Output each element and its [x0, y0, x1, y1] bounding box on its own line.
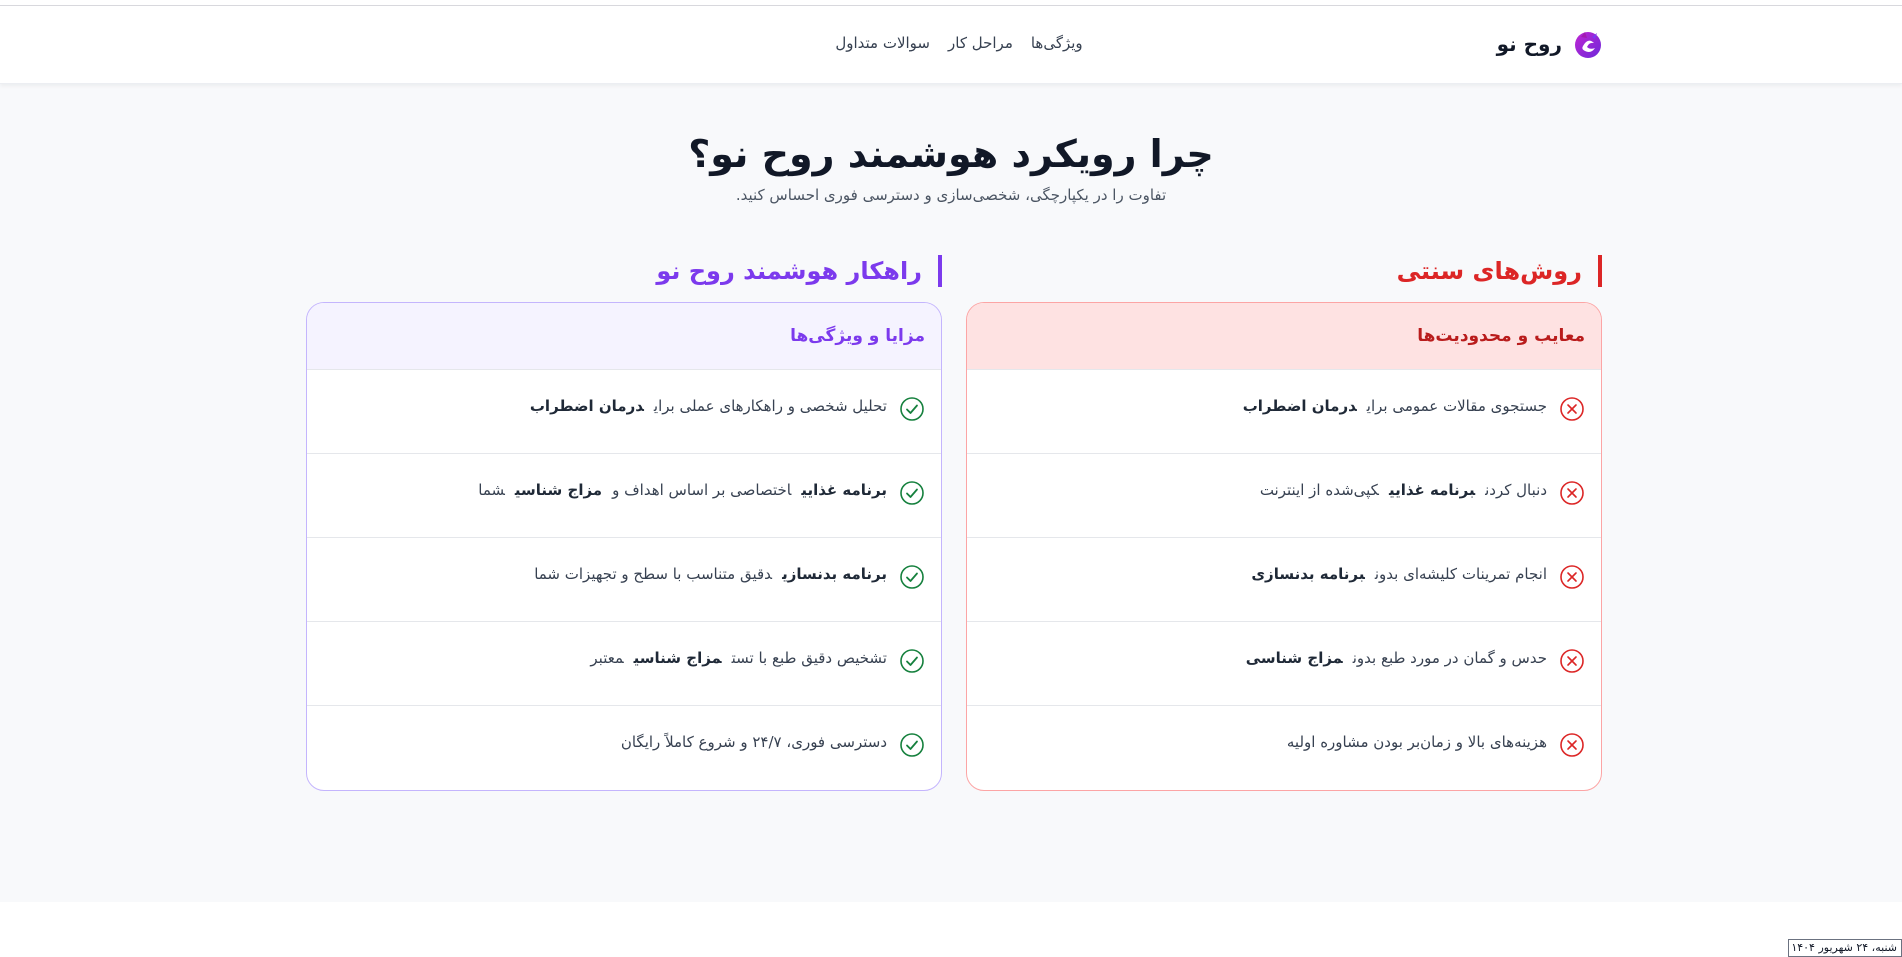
x-circle-icon [1560, 397, 1584, 421]
list-item: هزینه‌های بالا و زمان‌بر بودن مشاوره اول… [967, 706, 1601, 790]
smart-column: راهکار هوشمند روح نو مزایا و ویژگی‌ها تح… [306, 255, 942, 791]
list-item-text: تشخیص دقیق طبع با تستمزاج شناسیمعتبر [590, 649, 887, 667]
section-subtitle: تفاوت را در یکپارچگی، شخصی‌سازی و دسترسی… [735, 186, 1167, 204]
list-item-text: برنامه غذاییاختصاصی بر اساس اهداف ومزاج … [478, 481, 887, 499]
date-indicator: شنبه، ۲۴ شهریور ۱۴۰۴ [1788, 939, 1902, 957]
section-title: چرا رویکرد هوشمند روح نو؟ [688, 132, 1214, 176]
list-item-text: دسترسی فوری، ۲۴/۷ و شروع کاملاً رایگان [620, 733, 887, 751]
list-item: برنامه غذاییاختصاصی بر اساس اهداف ومزاج … [307, 454, 941, 538]
list-item: دنبال کردنبرنامه غذاییکپی‌شده از اینترنت [967, 454, 1601, 538]
traditional-card-title: معایب و محدودیت‌ها [967, 303, 1601, 370]
check-circle-icon [900, 649, 924, 673]
list-item-text: انجام تمرینات کلیشه‌ای بدونبرنامه بدنساز… [1251, 565, 1547, 583]
list-item: برنامه بدنسازیدقیق متناسب با سطح و تجهیز… [307, 538, 941, 622]
list-item: دسترسی فوری، ۲۴/۷ و شروع کاملاً رایگان [307, 706, 941, 790]
main-nav: ویژگی‌ها مراحل کار سوالات متداول [0, 34, 1902, 52]
list-item: تحلیل شخصی و راهکارهای عملی برایدرمان اض… [307, 370, 941, 454]
nav-link-steps[interactable]: مراحل کار [948, 34, 1013, 52]
traditional-column: روش‌های سنتی معایب و محدودیت‌ها جستجوی م… [966, 255, 1602, 791]
list-item: حدس و گمان در مورد طبع بدونمزاج شناسی [967, 622, 1601, 706]
check-circle-icon [900, 481, 924, 505]
smart-card-title: مزایا و ویژگی‌ها [307, 303, 941, 370]
comparison-section: چرا رویکرد هوشمند روح نو؟ تفاوت را در یک… [0, 84, 1902, 902]
list-item-text: جستجوی مقالات عمومی برایدرمان اضطراب [1242, 397, 1547, 415]
x-circle-icon [1560, 565, 1584, 589]
list-item-text: دنبال کردنبرنامه غذاییکپی‌شده از اینترنت [1259, 481, 1547, 499]
list-item: تشخیص دقیق طبع با تستمزاج شناسیمعتبر [307, 622, 941, 706]
site-header: روح نو ویژگی‌ها مراحل کار سوالات متداول [0, 6, 1902, 84]
check-circle-icon [900, 565, 924, 589]
list-item-text: هزینه‌های بالا و زمان‌بر بودن مشاوره اول… [1286, 733, 1547, 751]
check-circle-icon [900, 733, 924, 757]
list-item-text: برنامه بدنسازیدقیق متناسب با سطح و تجهیز… [534, 565, 887, 583]
list-item: جستجوی مقالات عمومی برایدرمان اضطراب [967, 370, 1601, 454]
traditional-card: معایب و محدودیت‌ها جستجوی مقالات عمومی ب… [966, 302, 1602, 791]
x-circle-icon [1560, 733, 1584, 757]
nav-link-features[interactable]: ویژگی‌ها [1031, 34, 1083, 52]
x-circle-icon [1560, 649, 1584, 673]
smart-heading: راهکار هوشمند روح نو [306, 255, 942, 287]
x-circle-icon [1560, 481, 1584, 505]
check-circle-icon [900, 397, 924, 421]
list-item: انجام تمرینات کلیشه‌ای بدونبرنامه بدنساز… [967, 538, 1601, 622]
nav-link-faq[interactable]: سوالات متداول [835, 34, 930, 52]
list-item-text: تحلیل شخصی و راهکارهای عملی برایدرمان اض… [529, 397, 887, 415]
traditional-heading: روش‌های سنتی [966, 255, 1602, 287]
smart-card: مزایا و ویژگی‌ها تحلیل شخصی و راهکارهای … [306, 302, 942, 791]
list-item-text: حدس و گمان در مورد طبع بدونمزاج شناسی [1245, 649, 1547, 667]
